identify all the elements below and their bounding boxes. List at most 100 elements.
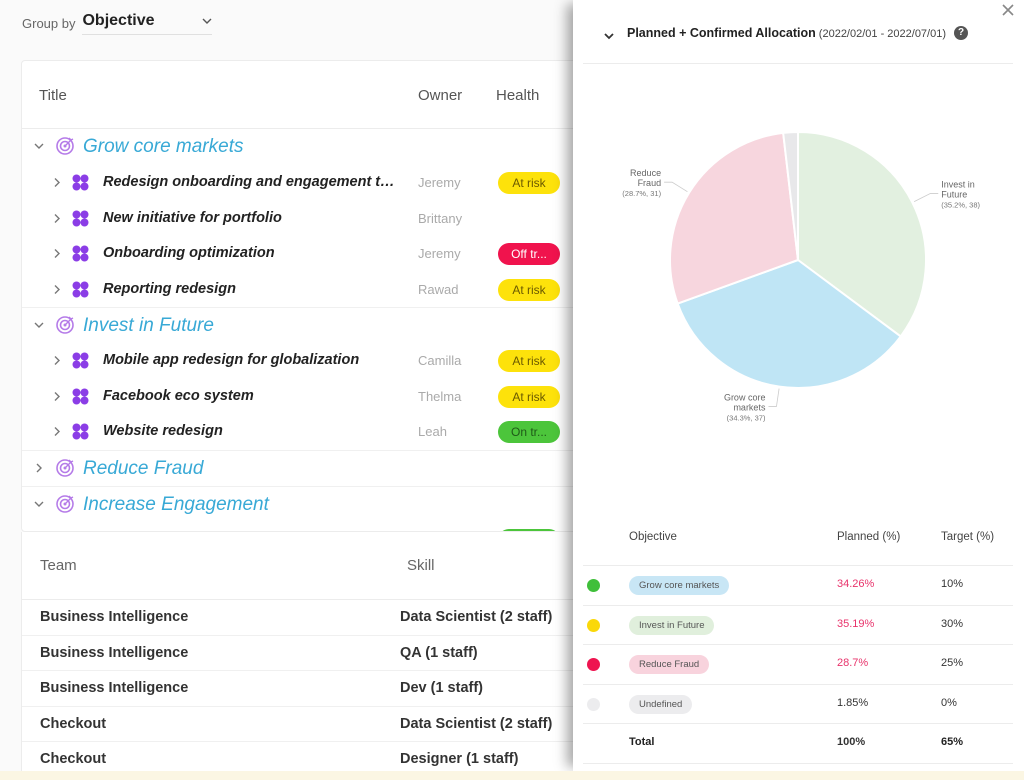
column-header-skill[interactable]: Skill [407,557,435,574]
objective-pill[interactable]: Reduce Fraud [629,655,710,674]
health-badge: At risk [498,385,560,408]
team-row[interactable]: Business Intelligence Data Scientist (2 s… [22,600,580,636]
allocation-total-row: Total 100% 65% [583,724,1013,764]
chevron-down-icon [202,18,212,24]
chevron-right-icon[interactable] [52,213,62,224]
team-row[interactable]: Checkout Designer (1 staff) [22,742,580,771]
allocation-date-range: (2022/02/01 - 2022/07/01) [818,28,947,40]
pie-label-leader [913,193,939,203]
initiative-row[interactable]: Facebook eco system Thelma At risk [22,379,580,415]
initiative-row[interactable] [22,522,580,531]
chevron-down-icon[interactable] [34,141,44,151]
objective-group-row[interactable]: Reduce Fraud [22,449,580,486]
total-planned: 100% [837,736,866,748]
objective-group-row[interactable]: Grow core markets [22,129,580,165]
allocation-title: Planned + Confirmed Allocation (2022/02/0… [627,26,946,40]
column-header-owner[interactable]: Owner [418,87,462,104]
chevron-right-icon[interactable] [52,284,62,295]
column-header-team[interactable]: Team [40,557,77,574]
objective-color-dot [587,697,600,711]
objective-group-name[interactable]: Reduce Fraud [83,458,203,480]
pie-slice-label: Future [941,190,967,200]
initiative-title[interactable]: Redesign onboarding and engagement to ..… [103,174,403,190]
bottom-strip [0,771,1024,780]
initiative-row[interactable]: Reporting redesign Rawad At risk [22,272,580,308]
initiative-row[interactable]: Onboarding optimization Jeremy Off tr... [22,236,580,272]
objective-color-dot [587,579,600,592]
objectives-table: Title Owner Health Grow core markets Rede… [21,60,581,532]
total-target: 65% [941,736,964,748]
objective-pill[interactable]: Undefined [629,694,693,714]
initiative-title[interactable]: Mobile app redesign for globalization [103,352,359,368]
team-row[interactable]: Business Intelligence Dev (1 staff) [22,671,580,707]
pie-slice-label: (34.3%, 37) [727,413,766,422]
initiative-title[interactable]: Reporting redesign [103,281,236,297]
chevron-down-icon[interactable] [34,499,44,509]
allocation-header: Planned + Confirmed Allocation (2022/02/0… [583,26,1013,64]
initiative-title[interactable]: New initiative for portfolio [103,210,282,226]
initiative-row[interactable]: New initiative for portfolio Brittany [22,201,580,237]
objective-group-name[interactable]: Increase Engagement [83,494,269,516]
help-icon[interactable]: ? [954,26,969,40]
objective-group-row[interactable]: Invest in Future [22,307,580,343]
chevron-right-icon[interactable] [52,177,62,188]
objective-target-icon [56,316,74,334]
app-root: Group by Objective Title Owner Health Gr… [0,0,1024,780]
planned-percent: 28.7% [837,657,869,669]
initiative-owner: Brittany [418,210,463,226]
team-name: Business Intelligence [40,609,189,625]
initiative-row[interactable]: Website redesign Leah On tr... [22,414,580,450]
team-name: Business Intelligence [40,644,189,661]
group-by-select[interactable]: Objective [82,12,213,35]
initiative-title[interactable]: Facebook eco system [103,388,254,404]
objective-group-name[interactable]: Grow core markets [83,136,243,158]
chevron-right-icon[interactable] [52,355,62,366]
team-row[interactable]: Checkout Data Scientist (2 staff) [22,707,580,742]
objective-color-dot [587,658,600,671]
initiative-title[interactable]: Website redesign [103,423,223,439]
objective-group-row[interactable]: Increase Engagement [22,485,580,522]
team-row[interactable]: Business Intelligence QA (1 staff) [22,636,580,671]
objective-pill[interactable]: Grow core markets [629,576,730,595]
initiative-icon [72,352,89,369]
allocation-row: Invest in Future 35.19% 30% [583,606,1013,645]
allocation-row: Reduce Fraud 28.7% 25% [583,645,1013,685]
health-badge: At risk [498,172,560,194]
allocation-pie-chart: Invest in Future (35.2%, 38) Grow core marke… [583,90,1013,490]
group-by-label: Group by [22,16,76,31]
pie-slice-label: Invest in [941,180,975,190]
collapse-chevron-icon[interactable] [603,30,615,42]
chevron-right-icon[interactable] [52,426,62,437]
health-badge: Off tr... [498,243,560,265]
close-icon[interactable] [1000,2,1016,18]
initiative-owner: Rawad [418,281,459,297]
health-badge: On tr... [498,421,560,443]
allocation-title-text: Planned + Confirmed Allocation [627,26,816,40]
objective-color-dot [587,618,600,632]
health-badge: At risk [498,350,560,372]
total-label: Total [629,736,655,748]
initiative-title[interactable]: Onboarding optimization [103,245,275,261]
team-name: Business Intelligence [40,680,189,696]
initiative-icon [72,388,89,404]
chevron-right-icon[interactable] [52,391,62,402]
objective-group-name[interactable]: Invest in Future [83,315,214,337]
team-name: Checkout [40,715,107,732]
target-percent: 10% [941,578,964,590]
chevron-right-icon[interactable] [52,248,62,259]
pie-label-leader [664,181,688,193]
planned-percent: 35.19% [837,617,875,630]
objective-pill[interactable]: Invest in Future [629,615,715,635]
chevron-right-icon[interactable] [34,463,44,473]
target-percent: 25% [941,657,964,669]
allocation-row: Undefined 1.85% 0% [583,685,1013,724]
initiative-row[interactable]: Redesign onboarding and engagement to ..… [22,165,580,201]
pie-slice-label: Reduce [630,168,661,178]
objective-target-icon [56,494,74,513]
chevron-down-icon[interactable] [34,320,44,330]
column-header-health[interactable]: Health [496,87,539,104]
objectives-table-body: Grow core markets Redesign onboarding and… [22,129,580,531]
initiative-owner: Jeremy [418,246,461,261]
column-header-title[interactable]: Title [39,87,67,104]
initiative-row[interactable]: Mobile app redesign for globalization Cam… [22,343,580,379]
